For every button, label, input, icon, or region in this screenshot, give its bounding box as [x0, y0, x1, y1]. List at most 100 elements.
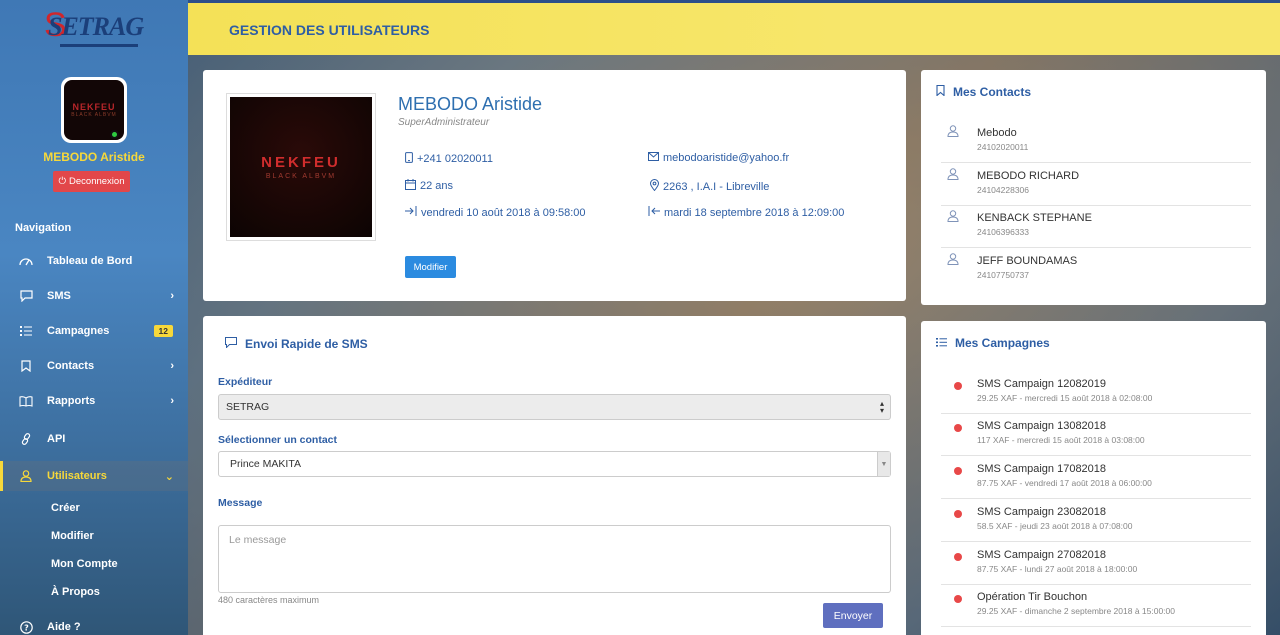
sidebar-item-label: Tableau de Bord: [47, 255, 133, 267]
send-button[interactable]: Envoyer: [823, 603, 883, 628]
campaign-item[interactable]: Opération Tir Bouchon 29.25 XAF - dimanc…: [941, 584, 1251, 627]
help-icon: ?: [19, 620, 33, 634]
contact-number: 24107750737: [977, 270, 1030, 280]
sidebar-item-label: Rapports: [47, 395, 96, 407]
sidebar-item-campagnes[interactable]: Campagnes 12: [0, 316, 188, 346]
modify-profile-button[interactable]: Modifier: [405, 256, 456, 278]
power-icon: ⏻: [58, 176, 67, 187]
contacts-card: Mes Contacts Mebodo 24102020011 MEBODO R…: [921, 70, 1266, 305]
contact-item[interactable]: Mebodo 24102020011: [941, 120, 1251, 163]
status-dot: [954, 510, 962, 518]
sidebar-item-label: Aide ?: [47, 621, 81, 633]
campaign-name: SMS Campaign 12082019: [977, 378, 1107, 390]
contact-select[interactable]: Prince MAKITA ▼: [218, 451, 891, 477]
status-dot: [954, 382, 962, 390]
campaigns-title: Mes Campagnes: [936, 336, 1050, 350]
chevron-right-icon: ›: [170, 395, 174, 407]
campaign-item[interactable]: SMS Campaign 12082019 29.25 XAF - mercre…: [941, 371, 1251, 414]
sender-select[interactable]: SETRAG ▴ ▾: [218, 394, 891, 420]
campaign-item[interactable]: SMS Campaign 27082018 87.75 XAF - lundi …: [941, 542, 1251, 585]
message-hint: 480 caractères maximum: [218, 595, 320, 605]
sidebar-item-label: Campagnes: [47, 325, 110, 337]
chevron-right-icon: ›: [170, 360, 174, 372]
chevron-down-icon: ▼: [877, 452, 890, 476]
chat-icon: [225, 337, 237, 351]
profile-phone: +241 02020011: [405, 152, 493, 166]
sidebar-item-rapports[interactable]: Rapports ›: [0, 386, 188, 416]
profile-login-time: vendredi 10 août 2018 à 09:58:00: [405, 206, 586, 219]
message-textarea[interactable]: Le message: [218, 525, 891, 593]
logout-button[interactable]: ⏻ Deconnexion: [53, 171, 130, 192]
status-dot: [954, 467, 962, 475]
calendar-icon: [405, 179, 416, 193]
contact-number: 24104228306: [977, 185, 1030, 195]
campaign-name: SMS Campaign 27082018: [977, 549, 1107, 561]
campaign-detail: 29.25 XAF - mercredi 15 août 2018 à 02:0…: [977, 393, 1153, 403]
chevron-right-icon: ›: [170, 290, 174, 302]
bookmark-icon: [19, 360, 33, 372]
sidebar-item-api[interactable]: API: [0, 424, 188, 454]
status-dot: [954, 595, 962, 603]
logout-icon: [648, 206, 660, 219]
profile-address: 2263 , I.A.I - Libreville: [649, 179, 769, 194]
profile-name: MEBODO Aristide: [398, 94, 543, 114]
sidebar-item-label: SMS: [47, 290, 71, 302]
sidebar-subitem-creer[interactable]: Créer: [51, 502, 80, 514]
contact-number: 24106396333: [977, 227, 1030, 237]
campaign-name: SMS Campaign 17082018: [977, 463, 1107, 475]
nav-heading: Navigation: [15, 222, 72, 234]
sidebar-subitem-mon-compte[interactable]: Mon Compte: [51, 558, 118, 570]
sidebar-item-contacts[interactable]: Contacts ›: [0, 351, 188, 381]
contact-item[interactable]: JEFF BOUNDAMAS 24107750737: [941, 248, 1251, 291]
sidebar-item-sms[interactable]: SMS ›: [0, 281, 188, 311]
svg-text:?: ?: [24, 623, 29, 632]
sidebar: S SETRAG NEKFEU BLACK ALBVM MEBODO Arist…: [0, 0, 188, 635]
user-icon: [947, 125, 959, 140]
campaigns-card: Mes Campagnes SMS Campaign 12082019 29.2…: [921, 321, 1266, 635]
campaign-detail: 58.5 XAF - jeudi 23 août 2018 à 07:08:00: [977, 521, 1133, 531]
sender-label: Expéditeur: [218, 376, 273, 388]
contact-item[interactable]: MEBODO RICHARD 24104228306: [941, 163, 1251, 206]
map-pin-icon: [649, 179, 660, 194]
campaign-item[interactable]: SMS Campaign 13082018 117 XAF - mercredi…: [941, 413, 1251, 456]
contact-number: 24102020011: [977, 142, 1029, 152]
sidebar-item-aide[interactable]: ? Aide ?: [0, 612, 188, 635]
profile-card: NEKFEU BLACK ALBVM MEBODO Aristide Super…: [203, 70, 906, 301]
profile-role: SuperAdministrateur: [398, 117, 490, 128]
album-subtitle: BLACK ALBVM: [265, 173, 337, 180]
message-label: Message: [218, 497, 263, 509]
contact-item[interactable]: KENBACK STEPHANE 24106396333: [941, 205, 1251, 248]
user-icon: [947, 253, 959, 268]
envelope-icon: [648, 152, 659, 164]
page-title: GESTION DES UTILISATEURS: [229, 22, 430, 38]
contact-name: MEBODO RICHARD: [977, 170, 1080, 182]
status-dot: [954, 553, 962, 561]
campaign-detail: 87.75 XAF - vendredi 17 août 2018 à 06:0…: [977, 478, 1152, 488]
campaign-detail: 29.25 XAF - dimanche 2 septembre 2018 à …: [977, 606, 1175, 616]
login-icon: [405, 206, 417, 219]
profile-logout-time: mardi 18 septembre 2018 à 12:09:00: [648, 206, 844, 219]
avatar[interactable]: NEKFEU BLACK ALBVM: [61, 77, 127, 143]
sidebar-item-dashboard[interactable]: Tableau de Bord: [0, 246, 188, 276]
sidebar-subitem-modifier[interactable]: Modifier: [51, 530, 94, 542]
contact-name: Mebodo: [977, 127, 1017, 139]
campaign-name: Opération Tir Bouchon: [977, 591, 1088, 603]
profile-age: 22 ans: [405, 179, 453, 193]
campaign-count-badge: 12: [153, 325, 173, 337]
status-dot: [954, 424, 962, 432]
sidebar-subitem-a-propos[interactable]: À Propos: [51, 586, 100, 598]
user-icon: [19, 470, 33, 482]
select-arrows-icon: ▴ ▾: [879, 399, 884, 415]
campaign-item[interactable]: SMS Campaign 23082018 58.5 XAF - jeudi 2…: [941, 499, 1251, 542]
contact-name: KENBACK STEPHANE: [977, 212, 1092, 224]
contact-label: Sélectionner un contact: [218, 434, 338, 446]
logo-text: SETRAG: [48, 12, 144, 41]
profile-email: mebodoaristide@yahoo.fr: [648, 152, 789, 164]
sidebar-item-utilisateurs[interactable]: Utilisateurs ⌄: [0, 461, 188, 491]
contact-name: JEFF BOUNDAMAS: [977, 255, 1078, 267]
sidebar-username: MEBODO Aristide: [43, 150, 145, 164]
book-icon: [19, 395, 33, 407]
setrag-logo[interactable]: S SETRAG: [44, 6, 144, 52]
campaign-item[interactable]: SMS Campaign 17082018 87.75 XAF - vendre…: [941, 456, 1251, 499]
profile-picture: NEKFEU BLACK ALBVM: [226, 93, 376, 241]
